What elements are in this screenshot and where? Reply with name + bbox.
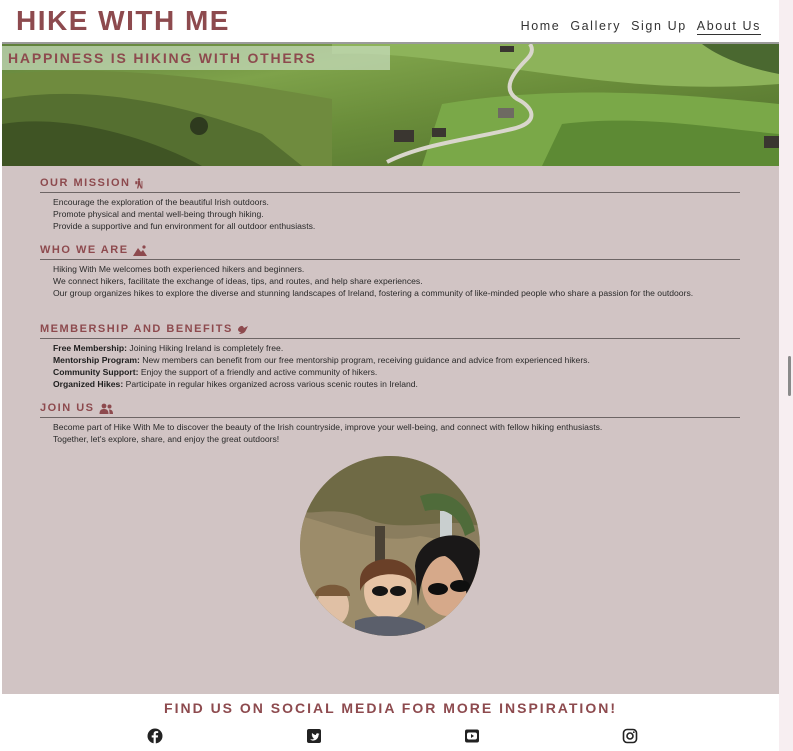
main-nav: Home Gallery Sign Up About Us <box>521 19 761 35</box>
mission-line: Encourage the exploration of the beautif… <box>53 197 269 207</box>
hiker-icon <box>134 177 144 189</box>
footer-title: FIND US ON SOCIAL MEDIA FOR MORE INSPIRA… <box>164 700 617 716</box>
benefit-item: Community Support: Enjoy the support of … <box>53 367 378 377</box>
section-body: Become part of Hike With Me to discover … <box>53 421 740 445</box>
users-icon <box>99 403 113 414</box>
section-body: Hiking With Me welcomes both experienced… <box>53 263 740 299</box>
group-selfie-photo <box>300 456 480 636</box>
who-line: We connect hikers, facilitate the exchan… <box>53 276 423 286</box>
hero-banner: HAPPINESS IS HIKING WITH OTHERS <box>2 44 779 166</box>
join-line: Become part of Hike With Me to discover … <box>53 422 603 432</box>
mountain-icon <box>132 244 147 256</box>
facebook-icon[interactable] <box>147 728 163 744</box>
section-title: JOIN US <box>40 402 95 414</box>
nav-about-us[interactable]: About Us <box>696 19 761 35</box>
section-title: MEMBERSHIP AND BENEFITS <box>40 323 233 335</box>
twitter-icon[interactable] <box>306 728 322 744</box>
benefit-item: Organized Hikes: Participate in regular … <box>53 379 418 389</box>
mission-line: Promote physical and mental well-being t… <box>53 209 264 219</box>
page: HIKE WITH ME Home Gallery Sign Up About … <box>2 0 779 751</box>
instagram-icon[interactable] <box>622 728 638 744</box>
page-scrollbar-thumb[interactable] <box>788 356 791 396</box>
join-line: Together, let's explore, share, and enjo… <box>53 434 280 444</box>
site-footer: FIND US ON SOCIAL MEDIA FOR MORE INSPIRA… <box>2 694 779 751</box>
section-body: Free Membership: Joining Hiking Ireland … <box>53 342 740 390</box>
section-membership: MEMBERSHIP AND BENEFITS Free Membership:… <box>40 321 740 390</box>
section-our-mission: OUR MISSION Encourage the exploration of… <box>40 175 740 232</box>
benefit-item: Mentorship Program: New members can bene… <box>53 355 590 365</box>
mission-line: Provide a supportive and fun environment… <box>53 221 316 231</box>
about-content: OUR MISSION Encourage the exploration of… <box>2 166 779 694</box>
benefit-item: Free Membership: Joining Hiking Ireland … <box>53 343 284 353</box>
dove-icon <box>237 324 249 335</box>
section-who-we-are: WHO WE ARE Hiking With Me welcomes both … <box>40 242 740 299</box>
nav-gallery[interactable]: Gallery <box>570 19 621 35</box>
section-body: Encourage the exploration of the beautif… <box>53 196 740 232</box>
hero-tagline: HAPPINESS IS HIKING WITH OTHERS <box>8 50 317 66</box>
who-line: Hiking With Me welcomes both experienced… <box>53 264 305 274</box>
section-title: OUR MISSION <box>40 177 131 189</box>
youtube-icon[interactable] <box>464 728 480 744</box>
nav-sign-up[interactable]: Sign Up <box>631 19 687 35</box>
nav-home[interactable]: Home <box>521 19 561 35</box>
site-logo[interactable]: HIKE WITH ME <box>16 5 230 37</box>
who-line: Our group organizes hikes to explore the… <box>53 288 694 298</box>
site-header: HIKE WITH ME Home Gallery Sign Up About … <box>2 0 779 44</box>
section-title: WHO WE ARE <box>40 244 129 256</box>
section-join-us: JOIN US Become part of Hike With Me to d… <box>40 400 740 445</box>
